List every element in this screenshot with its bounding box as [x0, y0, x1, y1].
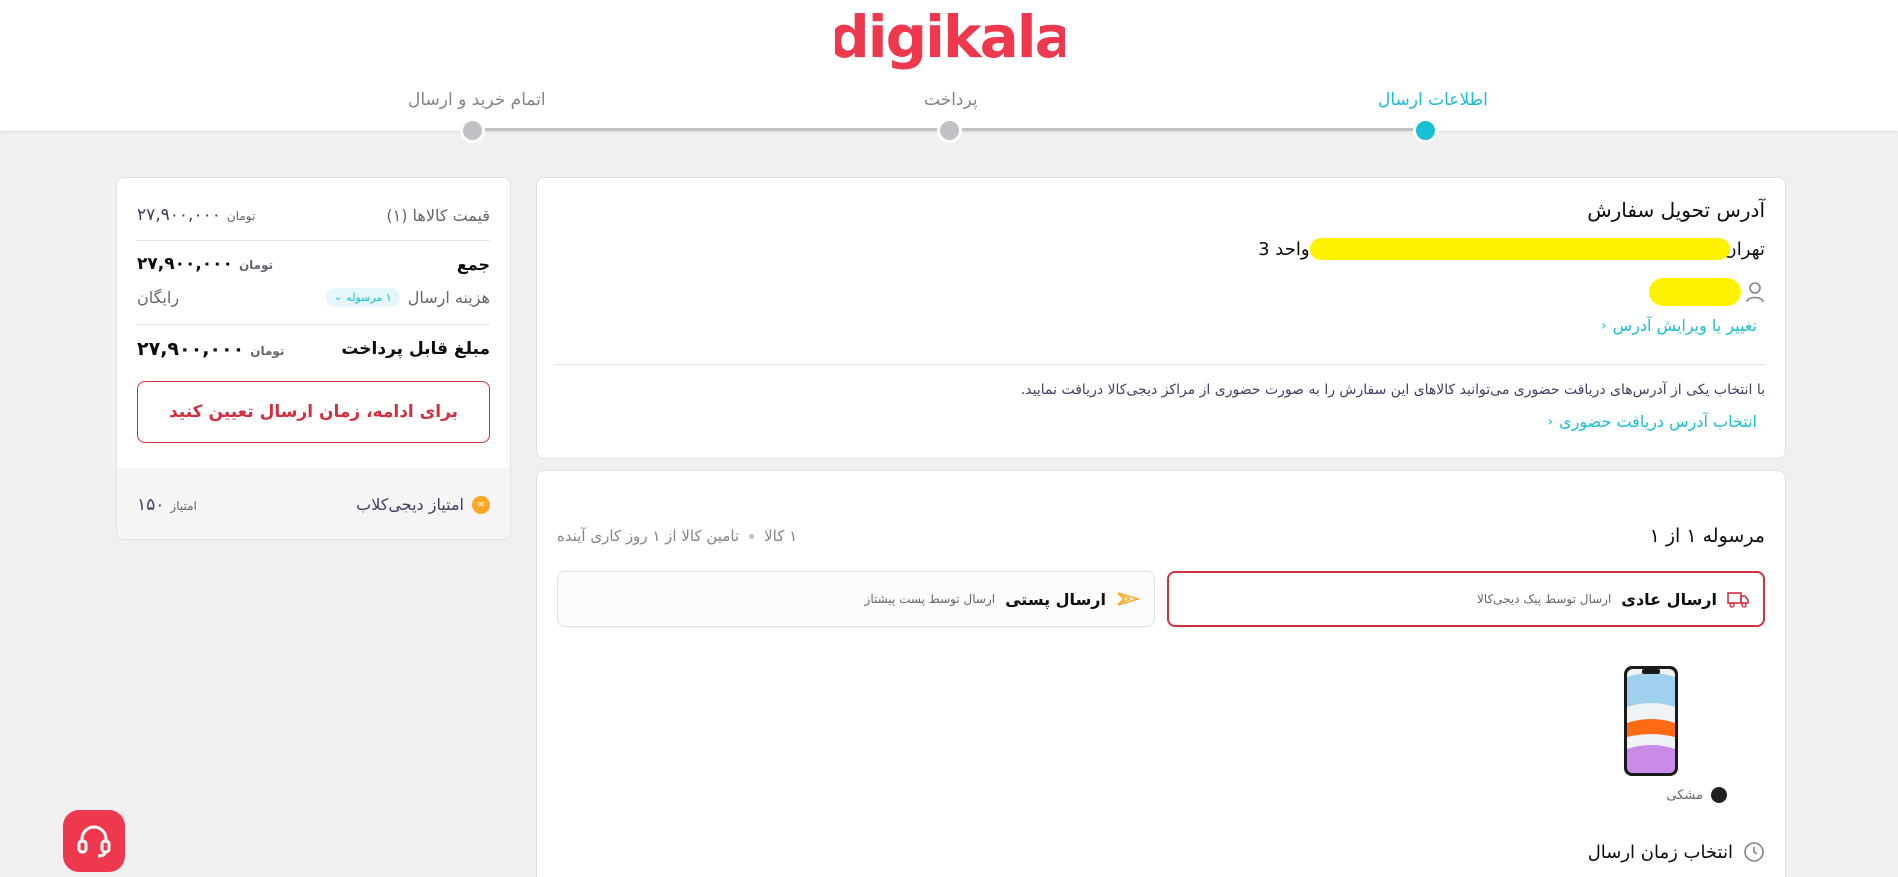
shipment-card: مرسوله ۱ از ۱ ۱ کالا تامین کالا از ۱ روز…	[536, 470, 1786, 877]
points-unit: امتیاز	[170, 498, 197, 513]
address-unit: واحد 3	[1258, 238, 1310, 260]
continue-button[interactable]: برای ادامه، زمان ارسال تعیین کنید	[137, 381, 490, 443]
headset-icon	[77, 825, 111, 858]
support-button[interactable]	[63, 810, 125, 872]
address-city: تهران	[1723, 238, 1765, 260]
post-icon	[1117, 592, 1140, 606]
select-delivery-time[interactable]: انتخاب زمان ارسال	[1588, 841, 1765, 863]
digiclub-row: ∞ امتیاز دیجی‌کلاب امتیاز ۱۵۰	[117, 468, 510, 539]
address-redaction	[1309, 238, 1730, 260]
address-title: آدرس تحویل سفارش	[1587, 198, 1765, 222]
items-price: ۲۷,۹۰۰,۰۰۰	[137, 205, 221, 225]
currency: تومان	[238, 258, 274, 272]
items-price-label: قیمت کالاها (۱)	[386, 205, 490, 225]
digiclub-icon: ∞	[472, 495, 490, 514]
shipping-cost-value: رایگان	[137, 288, 180, 307]
product-color: مشکی	[1666, 787, 1727, 803]
delivery-address-card: آدرس تحویل سفارش تهران واحد 3 تغییر یا و…	[536, 177, 1786, 459]
order-summary: قیمت کالاها (۱) تومان ۲۷,۹۰۰,۰۰۰ جمع توم…	[116, 177, 511, 540]
chevron-left-icon: ‹	[1601, 317, 1607, 334]
items-price-value: تومان ۲۷,۹۰۰,۰۰۰	[137, 205, 255, 225]
option-name: ارسال عادی	[1621, 589, 1717, 609]
chevron-down-icon: ⌄	[333, 292, 343, 303]
points-value: ۱۵۰	[137, 494, 165, 515]
step-dot-complete	[460, 118, 485, 143]
digiclub-points: امتیاز ۱۵۰	[137, 495, 197, 515]
total-row: جمع تومان ۲۷,۹۰۰,۰۰۰	[137, 254, 490, 274]
digikala-logo[interactable]: digikala	[835, 5, 1065, 75]
svg-text:digikala: digikala	[835, 5, 1065, 71]
option-desc: ارسال توسط پست پیشتاز	[864, 592, 996, 606]
separator-dot	[749, 533, 755, 539]
digiclub-label-group: ∞ امتیاز دیجی‌کلاب	[356, 495, 490, 514]
shipping-cost-row: هزینه ارسال ۱ مرسوله ⌄ رایگان	[137, 288, 490, 307]
address-recipient	[1649, 278, 1765, 306]
option-desc: ارسال توسط پیک دیجی‌کالا	[1476, 592, 1612, 606]
option-name: ارسال پستی	[1005, 589, 1106, 609]
payable-value: تومان ۲۷,۹۰۰,۰۰۰	[137, 338, 284, 360]
item-count: ۱ کالا	[764, 527, 798, 545]
checkout-header: digikala اطلاعات ارسال پرداخت اتمام خرید…	[0, 0, 1898, 143]
shipping-option-standard[interactable]: ارسال عادی ارسال توسط پیک دیجی‌کالا	[1167, 571, 1765, 627]
pickup-note: با انتخاب یکی از آدرس‌های دریافت حضوری م…	[1020, 382, 1765, 398]
divider	[137, 324, 490, 325]
shipments-badge[interactable]: ۱ مرسوله ⌄	[325, 288, 400, 307]
divider	[137, 240, 490, 241]
change-address-link[interactable]: تغییر یا ویرایش آدرس ‹	[1601, 316, 1757, 335]
divider	[556, 364, 1765, 365]
total-label: جمع	[456, 254, 490, 274]
select-time-label: انتخاب زمان ارسال	[1587, 841, 1733, 863]
change-address-label: تغییر یا ویرایش آدرس	[1612, 316, 1757, 335]
shipping-cost-label-group: هزینه ارسال ۱ مرسوله ⌄	[325, 288, 490, 307]
color-swatch	[1711, 787, 1727, 803]
step-dot-payment	[937, 118, 962, 143]
digiclub-label: امتیاز دیجی‌کلاب	[356, 495, 464, 514]
pickup-address-link[interactable]: انتخاب آدرس دریافت حضوری ‹	[1547, 412, 1757, 431]
currency: تومان	[250, 344, 285, 358]
shipping-option-post[interactable]: ارسال پستی ارسال توسط پست پیشتاز	[557, 571, 1155, 627]
product-image[interactable]	[1622, 665, 1682, 777]
pickup-address-label: انتخاب آدرس دریافت حضوری	[1559, 412, 1757, 431]
step-dot-shipping	[1413, 118, 1438, 143]
clock-icon	[1744, 842, 1764, 862]
shipping-cost-label: هزینه ارسال	[407, 288, 490, 307]
color-name: مشکی	[1666, 787, 1703, 803]
recipient-redaction	[1649, 278, 1741, 306]
step-label-shipping[interactable]: اطلاعات ارسال	[1378, 90, 1488, 110]
currency: تومان	[226, 209, 256, 223]
chevron-left-icon: ‹	[1547, 413, 1554, 430]
step-label-complete: اتمام خرید و ارسال	[408, 90, 546, 110]
supply-time: تامین کالا از ۱ روز کاری آینده	[557, 527, 740, 545]
truck-icon	[1727, 592, 1749, 608]
total-value: تومان ۲۷,۹۰۰,۰۰۰	[137, 254, 273, 274]
address-line: تهران واحد 3	[1258, 238, 1765, 260]
step-label-payment: پرداخت	[924, 90, 978, 110]
user-icon	[1746, 282, 1764, 303]
payable-label: مبلغ قابل پرداخت	[341, 339, 490, 359]
shipments-badge-label: ۱ مرسوله	[346, 291, 392, 304]
total: ۲۷,۹۰۰,۰۰۰	[137, 254, 233, 274]
payable: ۲۷,۹۰۰,۰۰۰	[137, 338, 245, 360]
items-price-row: قیمت کالاها (۱) تومان ۲۷,۹۰۰,۰۰۰	[137, 205, 490, 225]
shipment-meta: ۱ کالا تامین کالا از ۱ روز کاری آینده	[557, 527, 797, 545]
payable-row: مبلغ قابل پرداخت تومان ۲۷,۹۰۰,۰۰۰	[137, 338, 490, 360]
shipment-title: مرسوله ۱ از ۱	[1649, 525, 1765, 547]
